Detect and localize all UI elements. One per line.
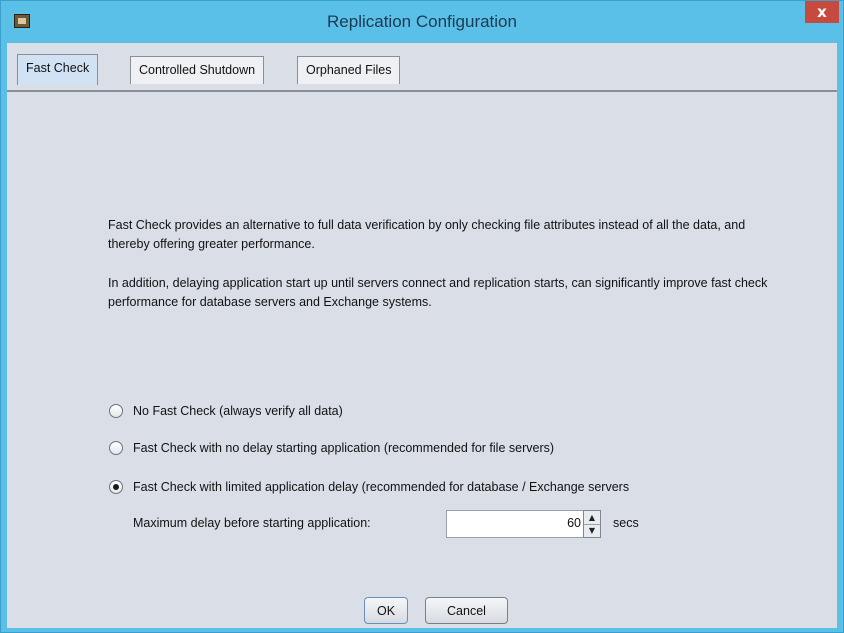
delay-unit-label: secs — [613, 516, 639, 530]
dialog-window: Replication Configuration x Fast Check C… — [0, 0, 844, 633]
description-paragraph-1: Fast Check provides an alternative to fu… — [108, 218, 746, 251]
tab-orphaned-files[interactable]: Orphaned Files — [297, 56, 401, 84]
stepper-down-icon[interactable]: ▼ — [584, 524, 600, 537]
ok-button[interactable]: OK — [364, 597, 408, 624]
tab-controlled-shutdown[interactable]: Controlled Shutdown — [130, 56, 265, 84]
radio-button[interactable] — [109, 404, 123, 418]
tab-panel-fast-check: Fast Check provides an alternative to fu… — [9, 92, 835, 628]
max-delay-input[interactable]: 60 — [446, 510, 588, 538]
tab-strip: Fast Check Controlled Shutdown Orphaned … — [7, 43, 837, 92]
max-delay-stepper[interactable]: ▲ ▼ — [583, 510, 601, 538]
option-no-fast-check[interactable]: No Fast Check (always verify all data) — [109, 400, 343, 422]
option-fast-check-limited-delay[interactable]: Fast Check with limited application dela… — [109, 476, 629, 498]
max-delay-value: 60 — [567, 516, 581, 530]
cancel-button[interactable]: Cancel — [425, 597, 508, 624]
option-label: No Fast Check (always verify all data) — [133, 404, 343, 418]
stepper-up-icon[interactable]: ▲ — [584, 511, 600, 525]
window-title: Replication Configuration — [327, 12, 517, 31]
radio-button-selected[interactable] — [109, 480, 123, 494]
close-button[interactable]: x — [805, 1, 839, 23]
radio-button[interactable] — [109, 441, 123, 455]
description-paragraph-2: In addition, delaying application start … — [108, 276, 768, 309]
option-label: Fast Check with no delay starting applic… — [133, 441, 555, 455]
tab-fast-check[interactable]: Fast Check — [17, 54, 99, 85]
option-label: Fast Check with limited application dela… — [133, 480, 630, 494]
max-delay-label: Maximum delay before starting applicatio… — [133, 516, 371, 530]
dialog-client-area: Fast Check Controlled Shutdown Orphaned … — [7, 43, 837, 628]
option-fast-check-no-delay[interactable]: Fast Check with no delay starting applic… — [109, 437, 554, 459]
title-bar[interactable]: Replication Configuration x — [1, 1, 843, 43]
